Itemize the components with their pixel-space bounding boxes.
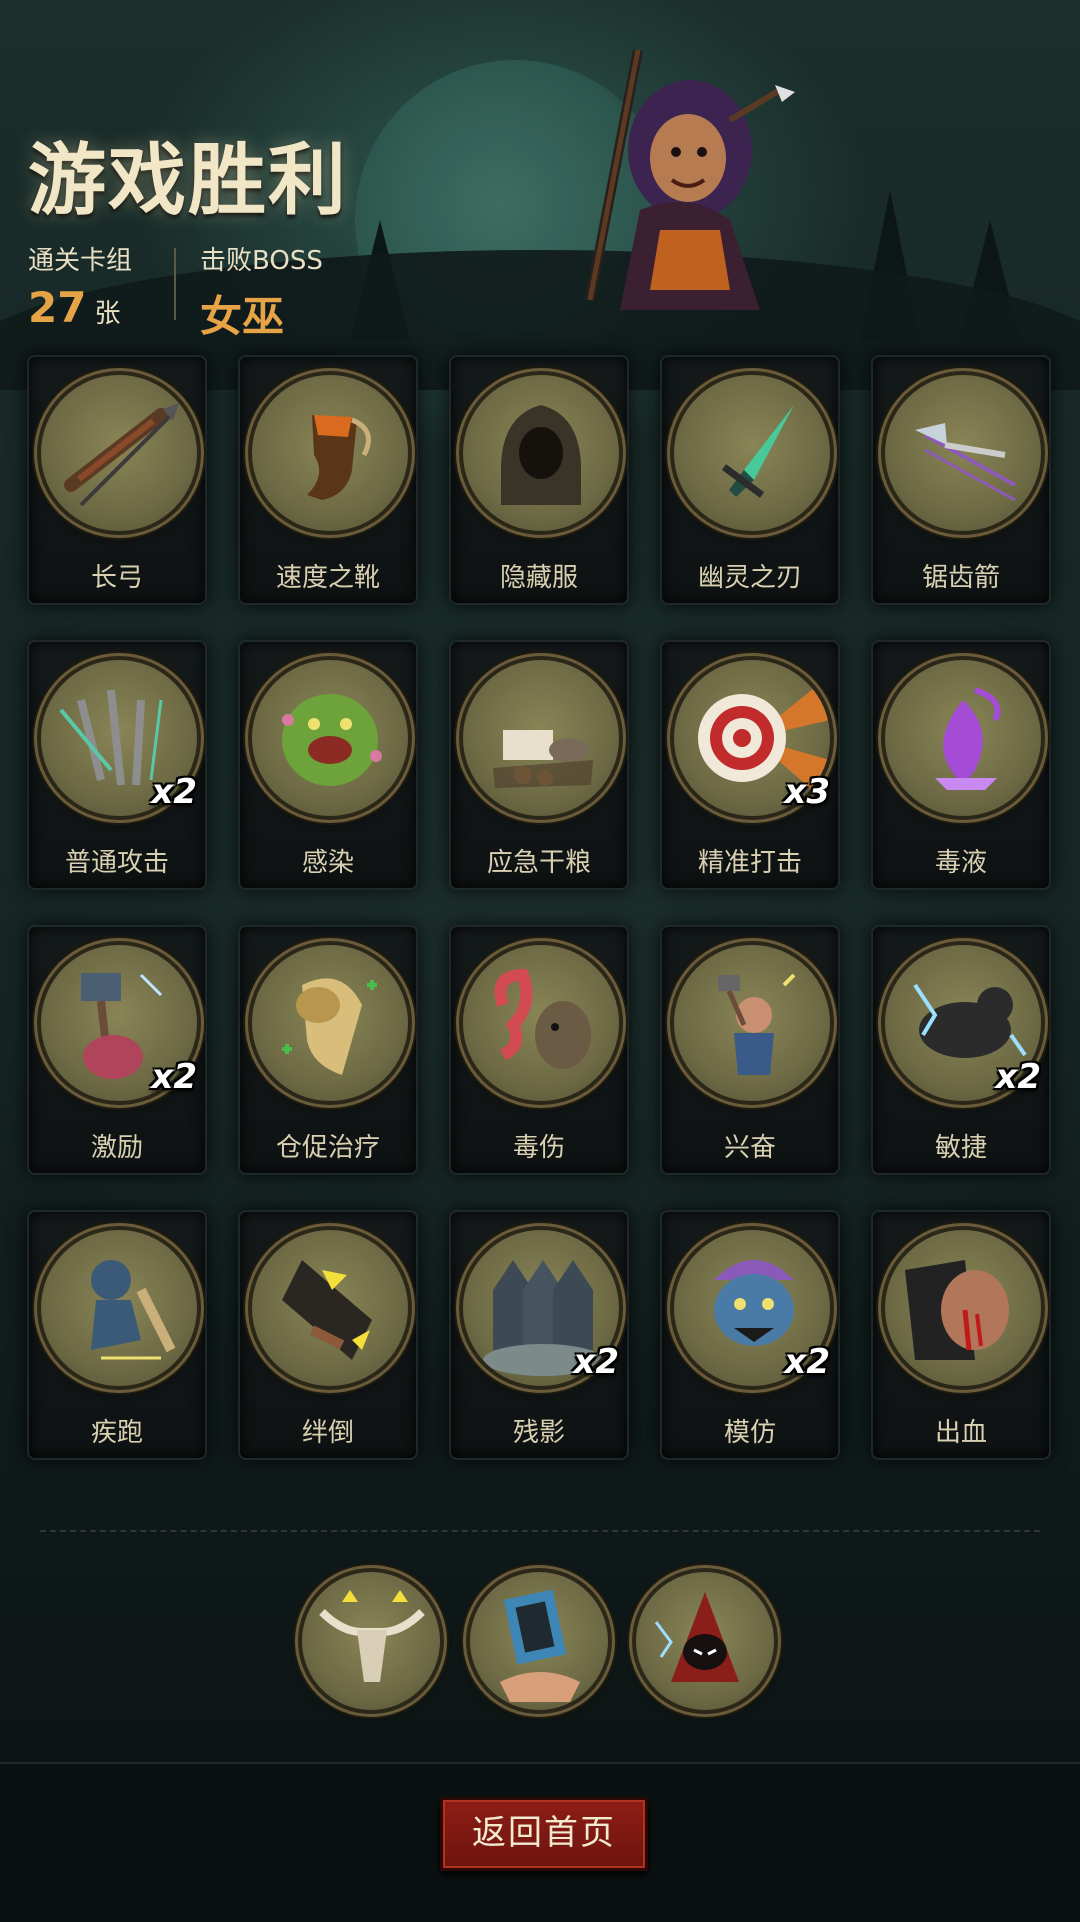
card-name: 残影 [512,1418,565,1448]
card-tile[interactable]: 仓促治疗 [238,925,418,1175]
archer-hero-illustration [585,49,795,310]
card-tile[interactable]: 隐藏服 [449,355,629,605]
venom-icon [885,660,1041,816]
card-name: 激励 [90,1133,143,1163]
deck-count: 27 [28,283,87,332]
card-name: 毒伤 [512,1133,565,1163]
bandage-icon [252,945,408,1101]
card-name: 速度之靴 [275,563,380,593]
card-tile[interactable]: 出血 [871,1210,1051,1460]
return-home-button[interactable]: 返回首页 [440,1797,648,1871]
speed-boots-icon [252,375,408,531]
ghost-blade-icon [674,375,830,531]
serrated-arrow-icon [885,375,1041,531]
ration-icon [463,660,619,816]
card-tile[interactable]: x2 敏捷 [871,925,1051,1175]
card-name: 毒液 [934,848,987,878]
card-tile[interactable]: x2 激励 [27,925,207,1175]
card-count-badge: x3 [784,772,830,812]
card-count-badge: x2 [151,1057,197,1097]
card-tile[interactable]: 绊倒 [238,1210,418,1460]
card-name: 出血 [934,1418,987,1448]
card-tile[interactable]: x2 残影 [449,1210,629,1460]
card-tile[interactable]: 疾跑 [27,1210,207,1460]
card-count-badge: x2 [151,772,197,812]
stat-divider [174,248,176,320]
card-name: 普通攻击 [64,848,169,878]
card-name: 锯齿箭 [921,563,1000,593]
deck-count-row: 27 张 [28,283,132,332]
card-tile[interactable]: 长弓 [27,355,207,605]
card-grid: 长弓 速度之靴 隐藏服 幽灵之刃 锯齿箭 x2 普通攻击 感染 应急干粮 x3 精准打击 毒液 x2 激励… [27,355,1055,1460]
sprint-icon [41,1230,197,1386]
card-name: 仓促治疗 [275,1133,380,1163]
hooded-mage-icon[interactable] [636,1572,774,1710]
card-tile[interactable]: 毒伤 [449,925,629,1175]
longbow-icon [41,375,197,531]
relic-row [302,1572,782,1714]
bull-skull-icon[interactable] [302,1572,440,1710]
card-name: 精准打击 [697,848,802,878]
card-hand-icon[interactable] [470,1572,608,1710]
excite-icon [674,945,830,1101]
card-tile[interactable]: 幽灵之刃 [660,355,840,605]
boss-stat: 击败BOSS 女巫 [200,240,323,344]
card-name: 长弓 [90,563,143,593]
card-tile[interactable]: x2 模仿 [660,1210,840,1460]
infection-icon [252,660,408,816]
card-count-badge: x2 [784,1342,830,1382]
poison-wound-icon [463,945,619,1101]
card-tile[interactable]: 兴奋 [660,925,840,1175]
card-tile[interactable]: x3 精准打击 [660,640,840,890]
card-tile[interactable]: 速度之靴 [238,355,418,605]
deck-stat: 通关卡组 27 张 [28,240,132,332]
card-name: 幽灵之刃 [697,563,802,593]
boss-label: 击败BOSS [200,246,323,276]
card-tile[interactable]: 感染 [238,640,418,890]
card-name: 感染 [301,848,354,878]
trip-icon [252,1230,408,1386]
boss-name: 女巫 [200,292,285,341]
card-name: 兴奋 [723,1133,776,1163]
card-name: 敏捷 [934,1133,987,1163]
page-title: 游戏胜利 [28,136,349,226]
card-name: 疾跑 [90,1418,143,1448]
deck-label: 通关卡组 [28,246,133,276]
card-tile[interactable]: 应急干粮 [449,640,629,890]
card-count-badge: x2 [573,1342,619,1382]
bleed-icon [885,1230,1041,1386]
card-name: 模仿 [723,1418,776,1448]
card-name: 应急干粮 [486,848,591,878]
card-name: 绊倒 [301,1418,354,1448]
section-divider [40,1530,1040,1532]
card-tile[interactable]: 毒液 [871,640,1051,890]
card-tile[interactable]: 锯齿箭 [871,355,1051,605]
deck-unit: 张 [94,299,121,329]
card-tile[interactable]: x2 普通攻击 [27,640,207,890]
card-count-badge: x2 [995,1057,1041,1097]
card-name: 隐藏服 [499,563,578,593]
hooded-cloak-icon [463,375,619,531]
